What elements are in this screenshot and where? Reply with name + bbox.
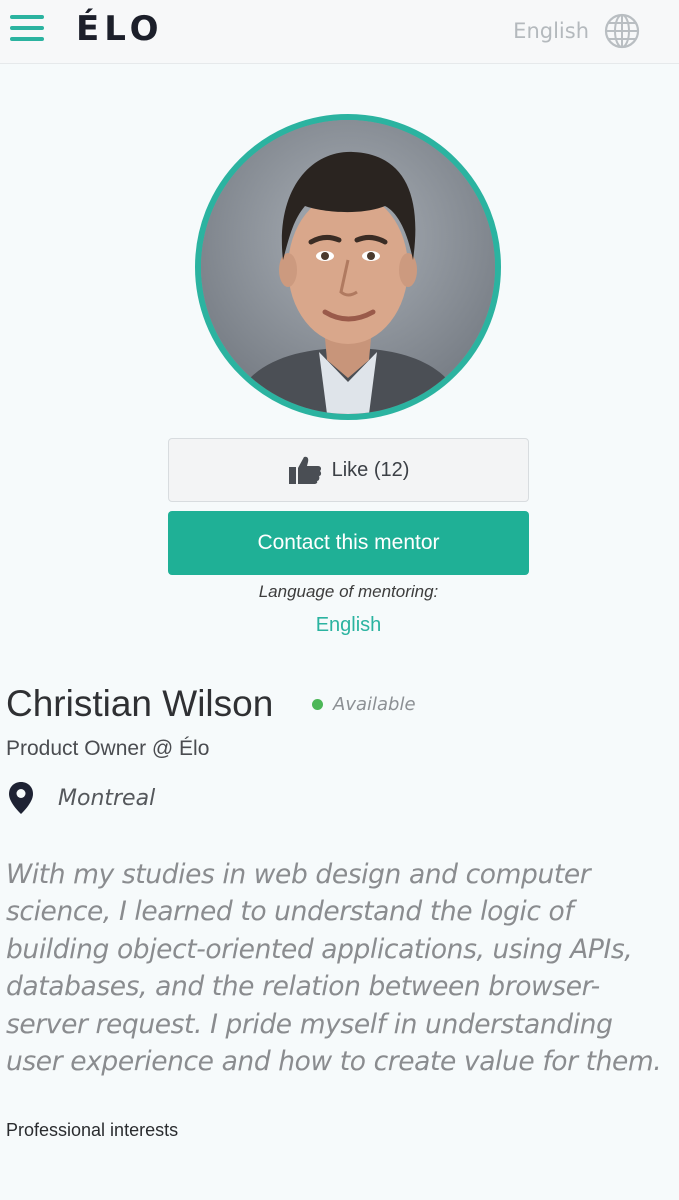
globe-icon [604,13,640,49]
avatar-photo [201,120,495,414]
like-label: Like (12) [331,458,410,481]
availability-status: Available [312,694,416,715]
app-logo[interactable]: ÉLO [76,8,164,50]
bio-line: server request. I pride myself in unders… [6,1008,613,1040]
like-button[interactable]: Like (12) [168,438,529,502]
bio-line: user experience and how to create value … [6,1046,662,1078]
bio-line: databases, and the relation between brow… [6,971,600,1003]
mentor-location: Montreal [8,780,155,816]
status-label: Available [333,694,416,715]
hamburger-menu-icon[interactable] [10,12,44,44]
language-label: English [513,19,589,43]
bio-line: science, I learned to understand the log… [6,896,574,928]
mentoring-language-label: Language of mentoring: [258,582,439,601]
language-switcher[interactable]: English [513,12,641,50]
thumbs-up-icon [288,456,321,484]
bio-line: building object-oriented applications, u… [6,933,633,965]
mentor-role: Product Owner @ Élo [6,737,210,760]
mentor-bio: With my studies in web design and comput… [6,856,678,1080]
mentor-name: Christian Wilson [6,683,274,724]
top-header: ÉLO English [0,0,679,64]
professional-interests-heading: Professional interests [6,1120,179,1140]
location-label: Montreal [58,785,156,811]
mentoring-language-value: English [315,614,382,636]
contact-mentor-button[interactable]: Contact this mentor [168,511,529,575]
status-dot-icon [312,699,323,710]
mentor-avatar [195,114,501,420]
map-pin-icon [9,782,33,814]
bio-line: With my studies in web design and comput… [6,859,591,890]
